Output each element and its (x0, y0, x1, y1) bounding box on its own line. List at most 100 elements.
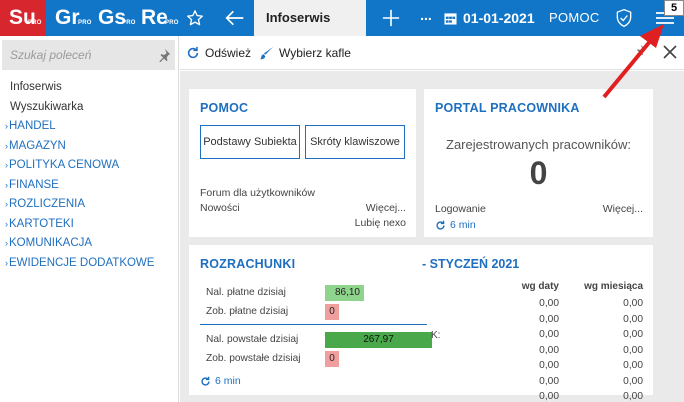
sidebar-item-label: EWIDENCJE DODATKOWE (9, 256, 155, 269)
chevron-right-icon: › (5, 121, 8, 131)
by-month-value: 0,00 (623, 391, 643, 402)
help-more-link[interactable]: Więcej... (366, 201, 406, 216)
sidebar-item-wyszukiwarka[interactable]: Wyszukiwarka (0, 98, 178, 118)
liabilities-due-today-row[interactable]: Zob. płatne dzisiaj 0 (200, 304, 440, 320)
registered-employees-count: 0 (529, 155, 548, 191)
shield-icon (616, 8, 632, 28)
sidebar-item-kartoteki[interactable]: ›KARTOTEKI (0, 215, 178, 235)
portal-refresh-status[interactable]: 6 min (435, 219, 476, 231)
like-nexo-link[interactable]: Lubię nexo (355, 216, 406, 231)
employee-portal-tile: PORTAL PRACOWNIKA Zarejestrowanych praco… (424, 89, 653, 237)
liabilities-due-today-bar: 0 (325, 304, 339, 320)
sidebar-item-rozliczenia[interactable]: ›ROZLICZENIA (0, 195, 178, 215)
sidebar-item-handel[interactable]: ›HANDEL (0, 117, 178, 137)
security-button[interactable] (612, 0, 636, 36)
by-date-value: 0,00 (539, 391, 559, 402)
by-date-header: wg daty (521, 281, 559, 292)
command-search-input[interactable] (2, 40, 152, 70)
sidebar-item-label: ROZLICZENIA (9, 198, 86, 210)
sidebar-item-magazyn[interactable]: ›MAGAZYN (0, 137, 178, 157)
liabilities-created-today-bar: 0 (325, 351, 339, 367)
sidebar: Infoserwis Wyszukiwarka ›HANDEL ›MAGAZYN… (0, 36, 179, 402)
back-button[interactable] (220, 0, 250, 36)
favorites-button[interactable] (180, 0, 210, 36)
choose-tiles-button[interactable]: Wybierz kafle (260, 36, 351, 70)
sidebar-item-label: HANDEL (9, 120, 56, 132)
app-gestor-button[interactable]: Gs PRO (96, 0, 136, 36)
sidebar-item-label: KOMUNIKACJA (9, 237, 93, 249)
new-tab-button[interactable] (378, 0, 404, 36)
chevron-right-icon: › (5, 179, 8, 190)
app-gratyfikant-button[interactable]: Gr PRO (53, 0, 93, 36)
pin-icon[interactable] (634, 44, 646, 56)
sidebar-item-ewidencje-dodatkowe[interactable]: ›EWIDENCJE DODATKOWE (0, 254, 178, 274)
by-month-value: 0,00 (623, 344, 643, 356)
tab-infoserwis[interactable]: Infoserwis (254, 0, 366, 36)
receivables-created-today-row[interactable]: Nal. powstałe dzisiaj 267,97 (200, 332, 440, 348)
settlements-tile: ROZRACHUNKI - STYCZEŃ 2021 Nal. płatne d… (189, 245, 653, 402)
top-bar: Su PRO Gr PRO Gs PRO Re PRO Infoserwis .… (0, 0, 684, 36)
chevron-right-icon: › (5, 199, 8, 209)
chevron-right-icon: › (5, 160, 8, 170)
settlements-refresh-status[interactable]: 6 min (200, 375, 241, 387)
basics-button[interactable]: Podstawy Subiekta (200, 125, 300, 159)
by-month-value: 0,00 (623, 375, 643, 387)
close-icon[interactable] (662, 44, 678, 60)
refresh-icon (436, 220, 445, 230)
portal-more-link[interactable]: Więcej... (603, 203, 643, 215)
sidebar-item-label: POLITYKA CENOWA (9, 159, 120, 171)
content-toolbar: Odśwież Wybierz kafle (180, 36, 684, 70)
row-label: Nal. płatne dzisiaj (206, 287, 286, 298)
receivables-created-today-bar: 267,97 (325, 332, 432, 348)
settlements-title: ROZRACHUNKI (200, 257, 296, 271)
refresh-icon (187, 46, 199, 59)
by-date-value: 0,00 (539, 360, 559, 371)
sidebar-item-infoserwis[interactable]: Infoserwis (0, 78, 178, 98)
by-date-value: 0,00 (539, 329, 559, 340)
row-label: Nal. powstałe dzisiaj (206, 334, 299, 345)
sidebar-item-komunikacja[interactable]: ›KOMUNIKACJA (0, 234, 178, 254)
dashboard: POMOC Podstawy Subiekta Skróty klawiszow… (180, 71, 684, 402)
truncated-label: K: (431, 330, 441, 341)
working-date[interactable]: 01-01-2021 (444, 0, 535, 36)
shortcuts-button[interactable]: Skróty klawiszowe (305, 125, 405, 159)
chevron-right-icon: › (5, 140, 8, 151)
settlements-refresh-time: 6 min (215, 375, 241, 387)
by-month-value: 0,00 (623, 313, 643, 325)
by-month-value: 0,00 (623, 298, 643, 309)
refresh-button-label: Odśwież (205, 46, 252, 60)
app-rewizor-button[interactable]: Re PRO (139, 0, 179, 36)
plus-icon (382, 9, 400, 27)
app-subiekt-button[interactable]: Su PRO (0, 0, 46, 36)
sidebar-item-polityka-cenowa[interactable]: ›POLITYKA CENOWA (0, 156, 178, 176)
receivables-due-today-row[interactable]: Nal. płatne dzisiaj 86,10 (200, 285, 440, 301)
row-label: Zob. powstałe dzisiaj (206, 353, 301, 364)
receivables-due-today-bar: 86,10 (325, 285, 364, 301)
calendar-icon (444, 12, 457, 25)
liabilities-created-today-row[interactable]: Zob. powstałe dzisiaj 0 (200, 351, 440, 367)
arrow-left-icon (225, 10, 244, 26)
sidebar-item-finanse[interactable]: ›FINANSE (0, 176, 178, 196)
help-link[interactable]: POMOC (549, 0, 600, 36)
forum-link[interactable]: Forum dla użytkowników (200, 187, 315, 199)
app-rewizor-label: Re (141, 6, 168, 29)
more-tabs-button[interactable]: ... (418, 0, 434, 36)
by-month-value: 0,00 (623, 329, 643, 340)
star-icon (187, 10, 203, 26)
help-links: Forum dla użytkowników Nowości Więcej... … (200, 186, 406, 231)
sidebar-item-label: KARTOTEKI (9, 217, 74, 230)
working-date-value: 01-01-2021 (463, 10, 535, 26)
by-month-value: 0,00 (623, 360, 643, 371)
app-gratyfikant-label: Gr (55, 6, 80, 29)
sidebar-nav: Infoserwis Wyszukiwarka ›HANDEL ›MAGAZYN… (0, 78, 178, 273)
settlements-period: - STYCZEŃ 2021 (422, 257, 520, 271)
by-date-value: 0,00 (539, 298, 559, 309)
refresh-button[interactable]: Odśwież (186, 36, 251, 70)
by-month-header: wg miesiąca (584, 281, 643, 292)
pin-icon[interactable] (157, 48, 171, 62)
sidebar-item-label: FINANSE (9, 178, 59, 191)
sidebar-item-label: MAGAZYN (9, 139, 66, 152)
refresh-icon (201, 376, 210, 386)
news-link[interactable]: Nowości (200, 202, 240, 214)
command-search (2, 40, 175, 70)
